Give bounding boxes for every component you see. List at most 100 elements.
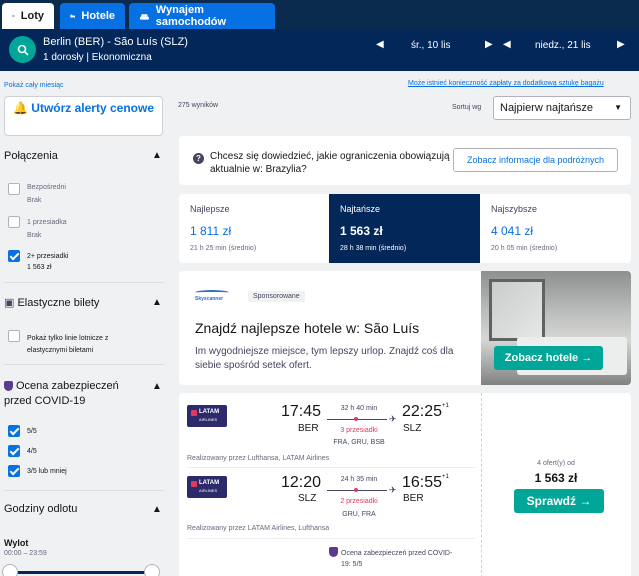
question-icon: ? (193, 153, 204, 164)
chevron-up-icon[interactable]: ▲ (152, 381, 162, 392)
plane-icon (12, 14, 15, 18)
car-icon (139, 14, 149, 20)
price-tab-fastest-price: 4 041 zł (491, 224, 534, 238)
passengers-text: 1 dorosły (43, 52, 84, 63)
plane-icon: ✈ (389, 414, 397, 424)
departure-range: 00:00 – 23:59 (4, 550, 47, 557)
leg2-arrival-time-text: 16:55 (402, 474, 443, 491)
return-next-icon[interactable]: ▶ (617, 39, 625, 50)
airline-logo-text: LATAM (199, 480, 220, 486)
top-tabs: Loty Hotele Wynajem samochodów (0, 0, 639, 30)
checkbox-direct-price: Brak (27, 197, 42, 204)
leg1-arrival-code: SLZ (403, 423, 422, 434)
price-tab-best-duration: 21 h 25 min (średnio) (190, 245, 257, 252)
checkbox-one-stop-price: Brak (27, 232, 42, 239)
skyscanner-logo: Skyscanner (195, 290, 229, 302)
bed-icon (70, 14, 75, 19)
price-tab-cheapest-title: Najtańsze (340, 204, 381, 214)
depart-next-icon[interactable]: ▶ (485, 39, 493, 50)
departure-slider-track[interactable] (6, 571, 154, 574)
price-tabs: Najlepsze 1 811 zł 21 h 25 min (średnio)… (179, 194, 631, 263)
depart-date[interactable]: śr., 10 lis (411, 40, 450, 51)
tab-car-hire-label: Wynajem samochodów (155, 4, 227, 28)
chevron-up-icon[interactable]: ▲ (152, 150, 162, 161)
price-tab-fastest-title: Najszybsze (491, 204, 538, 214)
search-icon[interactable] (9, 36, 36, 63)
checkbox-one-stop-label: 1 przesiadka (27, 219, 67, 226)
divider (4, 364, 164, 365)
travel-info-text: Chcesz się dowiedzieć, jakie ograniczeni… (210, 151, 450, 175)
show-month-link[interactable]: Pokaż cały miesiąc (4, 82, 64, 89)
tab-flights[interactable]: Loty (2, 3, 54, 29)
price-tab-best[interactable]: Najlepsze 1 811 zł 21 h 25 min (średnio) (179, 194, 330, 263)
airline-logo-text: LATAM (199, 409, 220, 415)
departure-slider-max-handle[interactable] (144, 564, 160, 576)
covid-rating-title: Ocena zabezpieczeń przed COVID-19 (4, 379, 149, 409)
checkbox-flexible[interactable] (8, 330, 20, 342)
leg2-departure-time: 12:20 (281, 474, 321, 492)
results-count: 275 wyników (178, 102, 219, 109)
return-date[interactable]: niedz., 21 lis (535, 40, 591, 51)
create-price-alert-label: Utwórz alerty cenowe (31, 101, 154, 115)
chevron-down-icon: ▼ (614, 103, 622, 112)
airline-logo-sub: AIRLINES (199, 488, 218, 493)
hotel-ad: Skyscanner Sponsorowane Znajdź najlepsze… (179, 271, 631, 385)
price-tab-best-price: 1 811 zł (190, 224, 232, 238)
price-tab-fastest[interactable]: Najszybsze 4 041 zł 20 h 05 min (średnio… (480, 194, 631, 263)
tab-car-hire[interactable]: Wynajem samochodów (129, 3, 275, 29)
leg1-stops: 3 przesiadki (340, 427, 378, 434)
leg2-route-line (327, 488, 387, 492)
search-summary-bar[interactable]: Berlin (BER) - São Luís (SLZ) 1 dorosły … (0, 29, 639, 71)
checkbox-one-stop[interactable] (8, 216, 20, 228)
checkbox-two-plus-stops-label: 2+ przesiadki (27, 253, 69, 260)
connections-title: Połączenia (4, 150, 58, 162)
checkbox-covid-5[interactable] (8, 425, 20, 437)
checkbox-covid-3[interactable] (8, 465, 20, 477)
depart-prev-icon[interactable]: ◀ (376, 39, 384, 50)
travel-info-button[interactable]: Zobacz informacje dla podróżnych (453, 148, 618, 172)
offers-count: 4 ofert(y) od (537, 460, 575, 467)
flight-result-card[interactable]: LATAM AIRLINES 17:45 BER 32 h 40 min ✈ 3 … (179, 393, 631, 576)
leg1-arrival-time-text: 22:25 (402, 403, 443, 420)
return-prev-icon[interactable]: ◀ (503, 39, 511, 50)
create-price-alert-button[interactable]: 🔔 Utwórz alerty cenowe (4, 96, 163, 136)
departure-times-title: Godziny odlotu (4, 503, 78, 515)
price-tab-best-title: Najlepsze (190, 204, 230, 214)
see-hotels-button[interactable]: Zobacz hotele → (494, 346, 603, 370)
divider (187, 467, 475, 468)
leg1-departure-time-text: 17:45 (281, 403, 322, 420)
checkbox-covid-3-label: 3/5 lub mniej (27, 468, 67, 475)
chevron-up-icon[interactable]: ▲ (152, 297, 162, 308)
leg1-via: FRA, GRU, BSB (333, 439, 385, 446)
flight-covid-rating-line1: Ocena zabezpieczeń przed COVID- (341, 550, 453, 557)
checkbox-two-plus-stops[interactable] (8, 250, 20, 262)
bell-icon: 🔔 (13, 101, 28, 115)
leg2-operated-by: Realizowany przez LATAM Airlines, Luftha… (187, 525, 330, 532)
tab-hotels[interactable]: Hotele (60, 3, 125, 29)
leg2-departure-time-text: 12:20 (281, 474, 322, 491)
check-flight-button[interactable]: Sprawdź → (514, 489, 604, 513)
departure-slider-min-handle[interactable] (2, 564, 18, 576)
price-tab-cheapest[interactable]: Najtańsze 1 563 zł 28 h 38 min (średnio) (329, 194, 480, 263)
leg1-departure-code: BER (298, 423, 319, 434)
baggage-note-link[interactable]: Może istnieć konieczność zapłaty za doda… (408, 80, 604, 87)
airline-logo-sub: AIRLINES (199, 417, 218, 422)
price-tab-fastest-duration: 20 h 05 min (średnio) (491, 245, 558, 252)
chevron-up-icon[interactable]: ▲ (152, 504, 162, 515)
checkbox-covid-4[interactable] (8, 445, 20, 457)
leg2-arrival-offset: +1 (442, 474, 449, 480)
cabin-text: Ekonomiczna (91, 52, 152, 63)
shield-icon (4, 381, 13, 391)
leg1-duration: 32 h 40 min (340, 405, 378, 412)
checkbox-direct[interactable] (8, 183, 20, 195)
checkbox-direct-label: Bezpośredni (27, 184, 66, 191)
leg2-via: GRU, FRA (342, 511, 376, 518)
checkbox-flexible-label: Pokaż tylko linie lotnicze z elastycznym… (27, 335, 109, 354)
leg2-arrival-time: 16:55+1 (402, 474, 449, 492)
departure-subtitle: Wylot (4, 538, 29, 548)
tab-hotels-label: Hotele (81, 10, 115, 22)
sort-select[interactable]: Najpierw najtańsze ▼ (493, 96, 631, 120)
route-text: Berlin (BER) - São Luís (SLZ) (43, 36, 188, 48)
checkbox-covid-4-label: 4/5 (27, 448, 37, 455)
checkbox-two-plus-stops-price: 1 563 zł (27, 264, 52, 271)
